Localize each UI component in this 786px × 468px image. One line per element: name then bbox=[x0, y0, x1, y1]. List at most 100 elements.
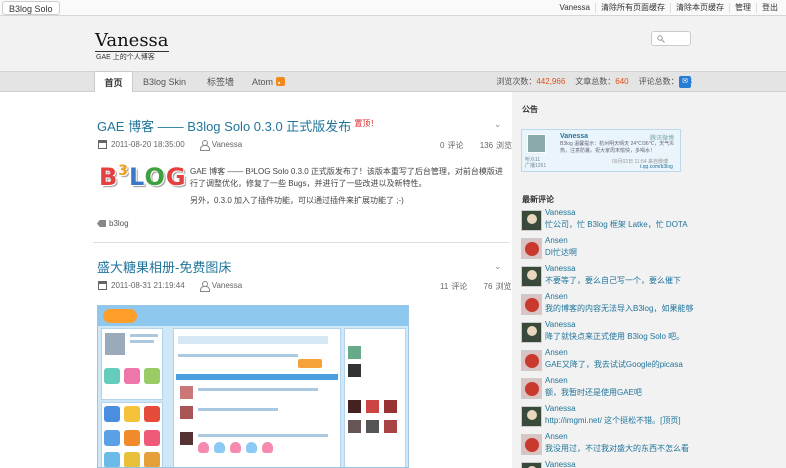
avatar[interactable] bbox=[521, 266, 542, 287]
site-header: Vanessa GAE 上的个人博客 bbox=[0, 16, 786, 71]
view-count: 76 bbox=[483, 282, 493, 291]
avatar[interactable] bbox=[521, 238, 542, 259]
comment-count[interactable]: 11 bbox=[440, 282, 448, 291]
post-excerpt: GAE 博客 —— B³LOG Solo 0.3.0 正式版发布了！该版本重写了… bbox=[190, 166, 508, 207]
post-date: 2011-08-31 21:19:44 bbox=[111, 281, 185, 290]
tab-atom-label: Atom bbox=[252, 77, 274, 87]
qq-share-icon[interactable]: ✉ bbox=[679, 76, 691, 88]
logout-link[interactable]: 登出 bbox=[756, 3, 783, 13]
comment-item: Ansen 我的博客的内容无法导入B3log，如果能够 bbox=[521, 292, 781, 320]
calendar-icon bbox=[98, 140, 107, 149]
author-icon bbox=[199, 140, 210, 151]
sticky-badge: 置顶！ bbox=[354, 119, 379, 128]
album-screenshot-image bbox=[97, 305, 409, 468]
tab-b3log-skin[interactable]: B3log Skin bbox=[143, 72, 186, 92]
views-label: 浏览次数： bbox=[496, 77, 537, 86]
post-author[interactable]: Vanessa bbox=[212, 140, 243, 149]
comment-author[interactable]: Vanessa bbox=[545, 208, 576, 217]
post-title-text: GAE 博客 —— B3log Solo 0.3.0 正式版发布 bbox=[97, 119, 352, 134]
comment-author[interactable]: Ansen bbox=[545, 376, 568, 385]
post-title[interactable]: 盛大糖果相册-免费图床 bbox=[97, 257, 231, 276]
views-count: 442,966 bbox=[536, 77, 566, 86]
view-count-label: 浏览 bbox=[496, 141, 513, 150]
comment-item: Vanessa bbox=[521, 460, 781, 468]
avatar[interactable] bbox=[521, 434, 542, 455]
comment-text[interactable]: DI忙达啊 bbox=[545, 247, 781, 258]
avatar[interactable] bbox=[521, 462, 542, 468]
avatar[interactable] bbox=[521, 322, 542, 343]
recent-comments-heading: 最新评论 bbox=[522, 195, 554, 204]
view-count-label: 浏览 bbox=[495, 282, 512, 291]
admin-link[interactable]: 管理 bbox=[729, 3, 756, 13]
tag-icon bbox=[97, 220, 106, 227]
comments-label: 评论总数： bbox=[638, 77, 679, 86]
b3log-logo-image: B3LOG bbox=[99, 163, 187, 191]
post-meta: 2011-08-31 21:19:44 Vanessa bbox=[98, 281, 243, 292]
tag-label[interactable]: b3log bbox=[109, 219, 129, 228]
comment-author[interactable]: Ansen bbox=[545, 236, 568, 245]
main-nav: 首页 B3log Skin 标签墙 Atom 浏览次数：442,966 文章总数：… bbox=[0, 71, 786, 93]
collapse-chevron-icon[interactable]: ⌄ bbox=[494, 119, 502, 130]
comment-author[interactable]: Ansen bbox=[545, 348, 568, 357]
tab-atom[interactable]: Atom bbox=[252, 72, 286, 92]
comment-author[interactable]: Ansen bbox=[545, 292, 568, 301]
weibo-widget[interactable]: Vanessa 腾讯微博 B3log 温馨提示：杭州明天晴天 24℃/36℃，天… bbox=[521, 129, 681, 172]
comment-author[interactable]: Vanessa bbox=[545, 264, 576, 273]
rss-icon bbox=[276, 77, 286, 86]
comment-item: Vanessa 降了就快点来正式使用 B3log Solo 吧。 bbox=[521, 320, 781, 348]
clear-page-cache-link[interactable]: 清除本页缓存 bbox=[670, 3, 729, 13]
comment-item: Ansen 额，我暂时还是使用GAE吧 bbox=[521, 376, 781, 404]
avatar[interactable] bbox=[521, 210, 542, 231]
comment-count-label: 评论 bbox=[447, 141, 464, 150]
widget-name[interactable]: Vanessa bbox=[560, 133, 588, 140]
comment-item: Ansen 我没用过，不过我对盛大的东西不怎么看 bbox=[521, 432, 781, 460]
comment-text[interactable]: 降了就快点来正式使用 B3log Solo 吧。 bbox=[545, 331, 781, 342]
collapse-chevron-icon[interactable]: ⌄ bbox=[494, 261, 502, 272]
post-author[interactable]: Vanessa bbox=[212, 281, 243, 290]
comment-count[interactable]: 0 bbox=[440, 141, 444, 150]
comment-author[interactable]: Ansen bbox=[545, 432, 568, 441]
post-counts: 0 评论 136 浏览 bbox=[440, 140, 512, 151]
avatar[interactable] bbox=[521, 406, 542, 427]
post-date: 2011-08-20 18:35:00 bbox=[111, 140, 185, 149]
comment-text[interactable]: 额，我暂时还是使用GAE吧 bbox=[545, 387, 781, 398]
notice-heading: 公告 bbox=[522, 105, 538, 114]
avatar[interactable] bbox=[521, 378, 542, 399]
post-title[interactable]: GAE 博客 —— B3log Solo 0.3.0 正式版发布 置顶！ bbox=[97, 116, 378, 135]
comment-text[interactable]: GAE又降了，我去试试Google的picasa bbox=[545, 359, 781, 370]
post-meta: 2011-08-20 18:35:00 Vanessa bbox=[98, 140, 243, 151]
comment-author[interactable]: Vanessa bbox=[545, 404, 576, 413]
comment-item: Ansen GAE又降了，我去试试Google的picasa bbox=[521, 348, 781, 376]
widget-broadcast-count: 广播1261 bbox=[525, 163, 547, 169]
post-tag[interactable]: b3log bbox=[97, 219, 129, 228]
excerpt-paragraph-2: 另外，0.3.0 加入了插件功能，可以通过插件来扩展功能了 ;-) bbox=[190, 196, 404, 205]
articles-count: 640 bbox=[615, 77, 629, 86]
site-title[interactable]: Vanessa bbox=[95, 31, 169, 52]
comment-item: Ansen DI忙达啊 bbox=[521, 236, 781, 264]
widget-link[interactable]: t.qq.com/b3log bbox=[640, 164, 673, 170]
comment-text[interactable]: 我没用过，不过我对盛大的东西不怎么看 bbox=[545, 443, 781, 454]
comment-text[interactable]: http://imgmi.net/ 这个挺松不错。[顶页] bbox=[545, 415, 781, 426]
comment-item: Vanessa http://imgmi.net/ 这个挺松不错。[顶页] bbox=[521, 404, 781, 432]
post-divider bbox=[93, 242, 509, 243]
search-box[interactable] bbox=[651, 31, 691, 46]
avatar[interactable] bbox=[521, 350, 542, 371]
brand-button[interactable]: B3log Solo bbox=[2, 1, 60, 15]
comment-author[interactable]: Vanessa bbox=[545, 460, 576, 468]
widget-followers: 听众11 广播1261 bbox=[525, 157, 546, 169]
search-icon bbox=[657, 35, 665, 43]
comment-text[interactable]: 忙公司，忙 B3log 框架 Latke，忙 DOTA bbox=[545, 219, 781, 230]
tab-home[interactable]: 首页 bbox=[94, 71, 133, 93]
comment-author[interactable]: Vanessa bbox=[545, 320, 576, 329]
comment-text[interactable]: 不要等了，要么自己写一个，要么催下 bbox=[545, 275, 781, 286]
comment-text[interactable]: 我的博客的内容无法导入B3log，如果能够 bbox=[545, 303, 781, 314]
comment-count-label: 评论 bbox=[451, 282, 468, 291]
widget-text: B3log 温馨提示：杭州明天晴天 24℃/36℃，天气炎热，注意防暑。祝大家周… bbox=[560, 141, 675, 154]
user-link[interactable]: Vanessa bbox=[554, 3, 595, 13]
avatar[interactable] bbox=[521, 294, 542, 315]
calendar-icon bbox=[98, 281, 107, 290]
top-nav: Vanessa 清除所有页面缓存 清除本页缓存 管理 登出 bbox=[554, 0, 783, 16]
articles-label: 文章总数： bbox=[575, 77, 616, 86]
tab-tag-wall[interactable]: 标签墙 bbox=[207, 72, 234, 92]
clear-all-cache-link[interactable]: 清除所有页面缓存 bbox=[595, 3, 670, 13]
